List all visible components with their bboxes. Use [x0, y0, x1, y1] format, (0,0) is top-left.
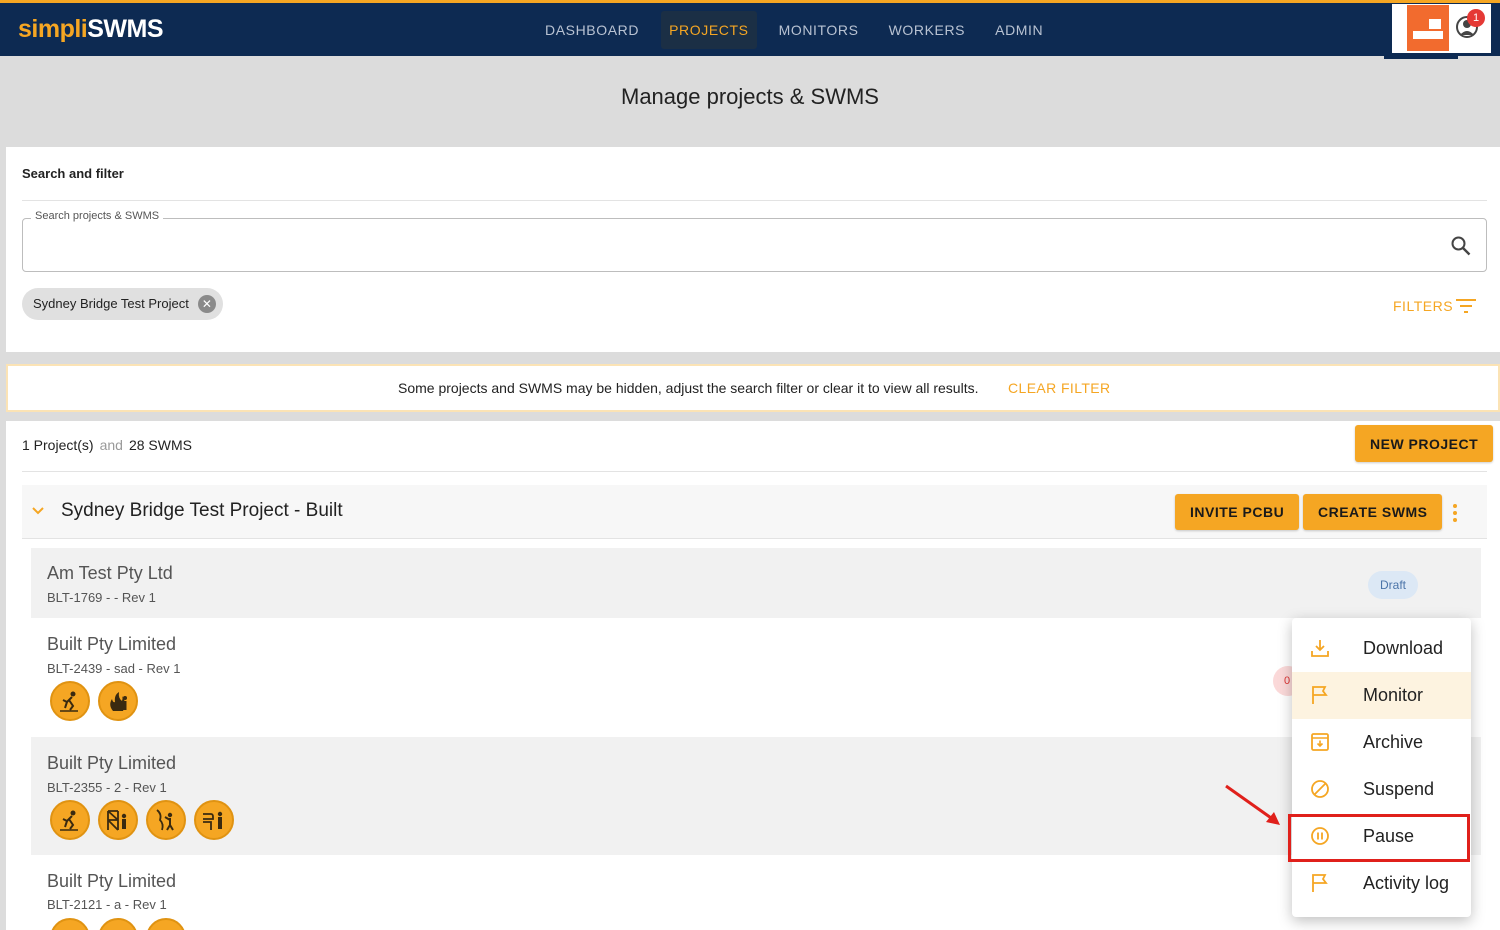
fall-hazard-icon	[50, 800, 90, 840]
flag-icon	[1312, 686, 1328, 704]
menu-item-suspend[interactable]: Suspend	[1292, 766, 1471, 813]
hazard-icon	[98, 918, 138, 930]
search-section-title: Search and filter	[22, 166, 124, 181]
page-title: Manage projects & SWMS	[621, 84, 879, 109]
projects-count: 1 Project(s)	[22, 437, 94, 453]
confined-space-icon	[194, 800, 234, 840]
annotation-arrow-icon	[1225, 784, 1280, 825]
clear-filter-button[interactable]: CLEAR FILTER	[1008, 380, 1111, 396]
menu-item-label: Suspend	[1363, 779, 1435, 799]
swms-company-name: Am Test Pty Ltd	[47, 563, 173, 583]
fire-hazard-icon	[98, 681, 138, 721]
block-icon	[1311, 780, 1329, 798]
divider	[22, 471, 1487, 472]
highlight-box	[1288, 814, 1470, 862]
hazard-icons	[50, 681, 146, 721]
fall-hazard-icon	[50, 681, 90, 721]
download-icon	[1311, 640, 1329, 657]
main-nav: DASHBOARD PROJECTS MONITORS WORKERS ADMI…	[530, 11, 1058, 49]
search-input[interactable]	[22, 218, 1487, 272]
and-separator: and	[99, 437, 123, 453]
swms-code: BLT-2439 - sad - Rev 1	[47, 661, 181, 676]
archive-icon	[1311, 733, 1329, 751]
nav-projects[interactable]: PROJECTS	[661, 11, 757, 49]
menu-item-label: Download	[1363, 638, 1444, 658]
menu-item-label: Archive	[1363, 732, 1424, 752]
hazard-icons	[50, 800, 242, 840]
nav-workers[interactable]: WORKERS	[881, 11, 974, 49]
menu-item-activity-log[interactable]: Activity log	[1292, 860, 1471, 907]
results-count: 1 Project(s) and 28 SWMS	[22, 437, 192, 453]
filter-list-icon[interactable]	[1456, 299, 1476, 313]
notification-badge[interactable]: 1	[1467, 9, 1485, 27]
swms-code: BLT-2121 - a - Rev 1	[47, 897, 167, 912]
search-filter-card: Search and filter Search projects & SWMS…	[6, 147, 1500, 352]
app-logo[interactable]: simpliSWMS	[18, 15, 164, 44]
hazard-icon	[50, 918, 90, 930]
new-project-button[interactable]: NEW PROJECT	[1355, 425, 1494, 462]
hazard-icons	[50, 918, 194, 930]
list-item[interactable]: Built Pty Limited BLT-2439 - sad - Rev 1	[31, 618, 1481, 737]
swms-company-name: Built Pty Limited	[47, 753, 177, 773]
menu-item-label: Monitor	[1363, 685, 1424, 705]
list-item[interactable]: Am Test Pty Ltd BLT-1769 - - Rev 1 Draft	[31, 548, 1481, 618]
logo-text-simpli: simpli	[18, 15, 88, 43]
menu-item-label: Activity log	[1363, 873, 1450, 893]
chevron-down-icon[interactable]	[31, 504, 45, 518]
project-context-menu: Download Monitor Archive Suspend Pause A…	[1292, 618, 1471, 917]
swms-company-name: Built Pty Limited	[47, 634, 177, 654]
nav-monitors[interactable]: MONITORS	[771, 11, 867, 49]
swms-code: BLT-1769 - - Rev 1	[47, 590, 156, 605]
notice-text: Some projects and SWMS may be hidden, ad…	[398, 380, 979, 396]
swms-count: 28 SWMS	[128, 437, 192, 453]
top-navbar: simpliSWMS DASHBOARD PROJECTS MONITORS W…	[0, 0, 1500, 56]
project-header[interactable]: Sydney Bridge Test Project - Built INVIT…	[22, 485, 1487, 539]
close-icon[interactable]: ✕	[197, 295, 216, 313]
menu-item-download[interactable]: Download	[1292, 625, 1471, 672]
more-vert-icon[interactable]	[1452, 503, 1458, 523]
flag-icon	[1312, 874, 1328, 892]
nav-admin[interactable]: ADMIN	[987, 11, 1051, 49]
electrical-hazard-icon	[146, 800, 186, 840]
hazard-icon	[146, 918, 186, 930]
invite-pcbu-button[interactable]: INVITE PCBU	[1175, 494, 1300, 530]
filter-notice: Some projects and SWMS may be hidden, ad…	[6, 364, 1500, 412]
swms-code: BLT-2355 - 2 - Rev 1	[47, 780, 167, 795]
swms-company-name: Built Pty Limited	[47, 871, 177, 891]
scaffold-hazard-icon	[98, 800, 138, 840]
filters-button[interactable]: FILTERS	[1393, 298, 1453, 314]
list-item[interactable]: Built Pty Limited BLT-2121 - a - Rev 1	[31, 855, 1481, 930]
logo-text-swms: SWMS	[87, 15, 164, 43]
menu-item-monitor[interactable]: Monitor	[1292, 672, 1471, 719]
status-badge: Draft	[1368, 571, 1419, 599]
search-icon[interactable]	[1450, 235, 1472, 257]
filter-chip[interactable]: Sydney Bridge Test Project ✕	[22, 288, 223, 320]
search-input-label: Search projects & SWMS	[31, 210, 164, 222]
menu-item-archive[interactable]: Archive	[1292, 719, 1471, 766]
divider	[22, 200, 1487, 201]
app-switcher-icon[interactable]	[1407, 5, 1449, 51]
nav-dashboard[interactable]: DASHBOARD	[537, 11, 647, 49]
filter-chip-label: Sydney Bridge Test Project	[33, 296, 189, 311]
active-tab-indicator	[1384, 56, 1458, 59]
create-swms-button[interactable]: CREATE SWMS	[1303, 494, 1443, 530]
project-title: Sydney Bridge Test Project - Built	[61, 500, 343, 521]
